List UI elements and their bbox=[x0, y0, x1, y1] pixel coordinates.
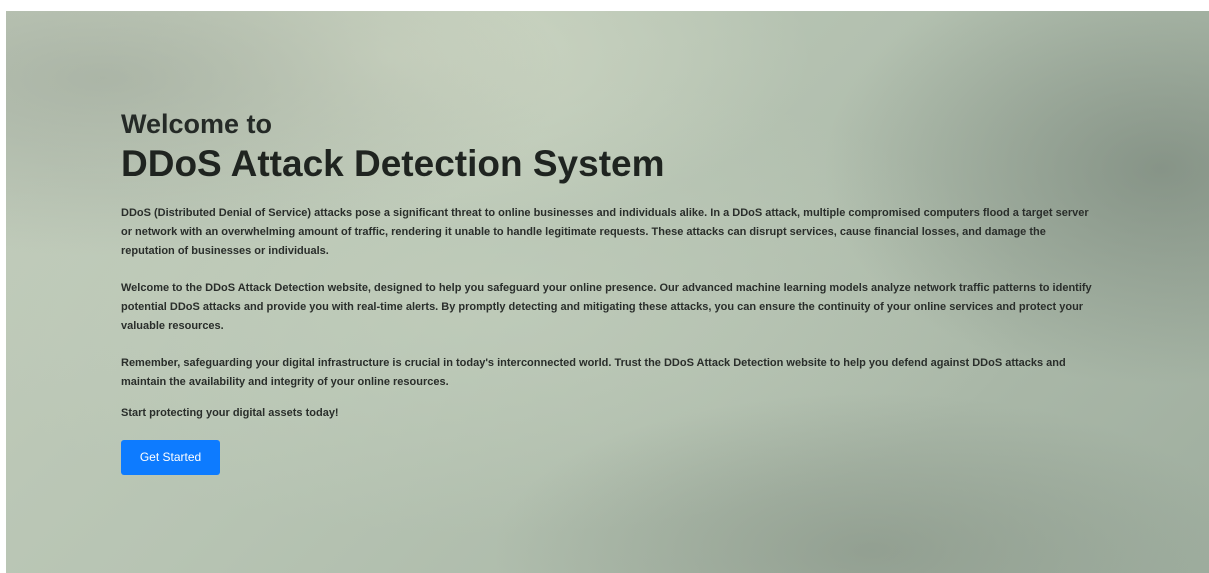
welcome-heading: Welcome to bbox=[121, 109, 273, 139]
intro-paragraph: DDoS (Distributed Denial of Service) att… bbox=[121, 207, 1089, 257]
call-to-action-text: Start protecting your digital assets tod… bbox=[121, 407, 339, 419]
about-paragraph: Welcome to the DDoS Attack Detection web… bbox=[121, 282, 1092, 332]
hero-section: Welcome to DDoS Attack Detection System … bbox=[6, 11, 1209, 573]
get-started-button[interactable]: Get Started bbox=[121, 440, 220, 475]
reminder-paragraph: Remember, safeguarding your digital infr… bbox=[121, 357, 1066, 388]
hero-content: Welcome to DDoS Attack Detection System … bbox=[121, 108, 1101, 475]
page-title: DDoS Attack Detection System bbox=[121, 143, 665, 184]
